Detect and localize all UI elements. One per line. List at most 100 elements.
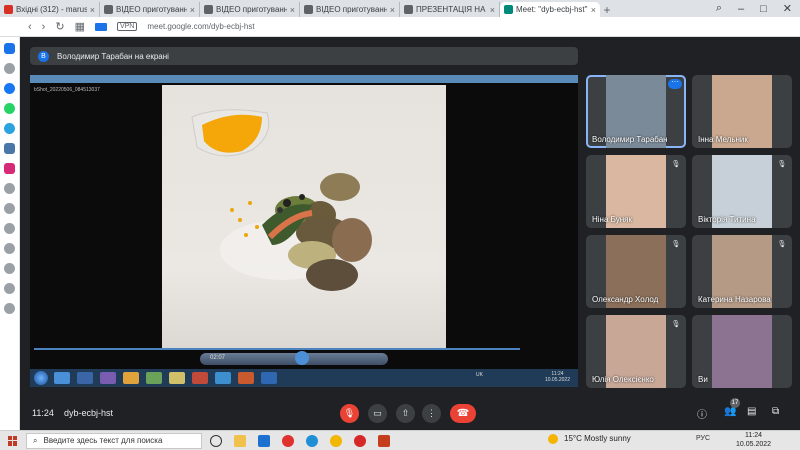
meeting-info-icon[interactable]: ⓘ <box>697 406 707 421</box>
more-options-button[interactable]: ⋮ <box>422 404 441 423</box>
participant-count-badge: 17 <box>730 398 740 408</box>
tab-label: Вхідні (312) - marusydoro <box>16 5 87 14</box>
presenter-avatar: В <box>38 50 49 62</box>
shared-clock: 11:24 10.05.2022 <box>544 371 570 383</box>
star-icon[interactable] <box>4 63 15 74</box>
settings-icon[interactable] <box>4 263 15 274</box>
close-tab-icon[interactable]: × <box>90 5 95 15</box>
messenger-icon[interactable] <box>4 83 15 94</box>
chat-icon[interactable]: ▤ <box>747 406 756 417</box>
activities-icon[interactable]: ⧉ <box>772 406 779 417</box>
participant-name: Ніна Буняк <box>592 215 632 224</box>
telegram-icon[interactable] <box>4 123 15 134</box>
vk-icon[interactable] <box>4 143 15 154</box>
close-tab-icon[interactable]: × <box>490 5 495 15</box>
tab-label: ВІДЕО приготування фірм <box>316 5 387 14</box>
close-tab-icon[interactable]: × <box>591 5 596 15</box>
player-icon[interactable] <box>4 183 15 194</box>
lightbulb-icon[interactable] <box>4 283 15 294</box>
shared-tray-lang: UK <box>476 372 483 378</box>
taskbar-apps <box>210 434 390 447</box>
back-button[interactable]: ‹ <box>28 21 32 33</box>
tab-favicon-icon <box>304 5 313 14</box>
send-icon[interactable] <box>4 203 15 214</box>
mail-icon[interactable] <box>258 434 270 447</box>
home-icon[interactable] <box>4 43 15 54</box>
opera-browser-icon[interactable] <box>354 434 366 447</box>
camera-button[interactable]: ▭ <box>368 404 387 423</box>
history-icon[interactable] <box>4 243 15 254</box>
participant-tile[interactable]: Ніна Буняк 🎙 <box>586 155 686 228</box>
browser-tab[interactable]: ВІДЕО приготування фірм× <box>200 2 300 17</box>
participant-tile[interactable]: Інна Мельник <box>692 75 792 148</box>
minimize-button[interactable]: – <box>738 3 744 15</box>
tab-label: ПРЕЗЕНТАЦІЯ НА 10/05/2 <box>416 5 487 14</box>
forward-button[interactable]: › <box>42 21 46 33</box>
weather-widget[interactable]: 15°C Mostly sunny <box>548 434 631 444</box>
player-pause-button[interactable] <box>295 351 309 365</box>
participant-tile[interactable]: Юлія Олексієнко 🎙 <box>586 315 686 388</box>
file-explorer-icon[interactable] <box>234 434 246 447</box>
new-tab-button[interactable]: + <box>600 3 614 17</box>
presenter-banner: В Володимир Тарабан на екрані <box>30 47 578 65</box>
close-tab-icon[interactable]: × <box>290 5 295 15</box>
video-frame <box>162 85 446 349</box>
url-field[interactable]: meet.google.com/dyb-ecbj-hst <box>147 22 254 31</box>
instagram-icon[interactable] <box>4 163 15 174</box>
player-titlebar <box>30 75 578 83</box>
search-icon: ⌕ <box>33 435 38 445</box>
task-view-icon[interactable] <box>210 434 222 447</box>
participant-name: Вікторія Титина <box>698 215 756 224</box>
tab-label: ВІДЕО приготування фірм <box>216 5 287 14</box>
camera-icon[interactable] <box>94 22 107 31</box>
heart-icon[interactable] <box>4 223 15 234</box>
player-controls <box>200 353 388 365</box>
participant-tile[interactable]: Катерина Назарова 🎙 <box>692 235 792 308</box>
tabs-grid-icon[interactable]: ▦ <box>75 20 85 33</box>
player-progress-bar[interactable] <box>34 348 520 350</box>
windows-start-icon[interactable] <box>8 435 18 446</box>
reload-button[interactable]: ↻ <box>55 20 64 33</box>
browser-tab[interactable]: ПРЕЗЕНТАЦІЯ НА 10/05/2× <box>400 2 500 17</box>
mic-muted-icon: 🎙 <box>671 241 681 248</box>
browser-tab[interactable]: Вхідні (312) - marusydoro× <box>0 2 100 17</box>
participant-name: Олександр Холод <box>592 295 659 304</box>
participant-tile[interactable]: Володимир Тарабан ··· <box>586 75 686 148</box>
tab-favicon-icon <box>504 5 513 14</box>
shared-taskbar-icons <box>54 372 277 384</box>
taskbar-search[interactable]: ⌕ Введите здесь текст для поиска <box>26 432 202 449</box>
microphone-off-button[interactable]: 🎙 <box>340 404 359 423</box>
leave-call-button[interactable]: ☎ <box>450 404 476 423</box>
browser-tab[interactable]: ВІДЕО приготування фірм× <box>100 2 200 17</box>
browser-tab[interactable]: ВІДЕО приготування фірм× <box>300 2 400 17</box>
participant-tile[interactable]: Олександр Холод 🎙 <box>586 235 686 308</box>
mic-muted-icon: 🎙 <box>671 161 681 168</box>
powerpoint-icon[interactable] <box>378 434 390 447</box>
taskbar-clock[interactable]: 11:24 10.05.2022 <box>736 432 771 450</box>
more-icon[interactable] <box>4 303 15 314</box>
close-tab-icon[interactable]: × <box>190 5 195 15</box>
maximize-button[interactable]: □ <box>760 3 767 15</box>
participant-name: Катерина Назарова <box>698 295 771 304</box>
participant-tile[interactable]: Ви <box>692 315 792 388</box>
search-tabs-icon[interactable]: ⌕ <box>716 2 722 15</box>
tile-more-icon[interactable]: ··· <box>668 78 682 89</box>
opera-icon[interactable] <box>282 434 294 447</box>
language-indicator[interactable]: РУС <box>696 435 710 442</box>
player-filename: bShot_20220506_084513037 <box>34 87 100 93</box>
tab-label: ВІДЕО приготування фірм <box>116 5 187 14</box>
participant-name: Юлія Олексієнко <box>592 375 654 384</box>
close-tab-icon[interactable]: × <box>390 5 395 15</box>
shared-screen: bShot_20220506_084513037 02:07 UK 11:24 … <box>30 75 578 387</box>
participant-tile[interactable]: Вікторія Титина 🎙 <box>692 155 792 228</box>
close-window-button[interactable]: ✕ <box>783 2 792 15</box>
browser-tab[interactable]: Meet: "dyb-ecbj-hst" × <box>500 2 600 17</box>
mic-muted-icon: 🎙 <box>777 161 787 168</box>
player-time: 02:07 <box>210 355 226 361</box>
chrome-icon[interactable] <box>330 434 342 447</box>
whatsapp-icon[interactable] <box>4 103 15 114</box>
vpn-badge[interactable]: VPN <box>116 22 138 31</box>
present-screen-button[interactable]: ⇧ <box>396 404 415 423</box>
window-controls: ⌕ – □ ✕ <box>708 0 800 17</box>
edge-icon[interactable] <box>306 434 318 447</box>
